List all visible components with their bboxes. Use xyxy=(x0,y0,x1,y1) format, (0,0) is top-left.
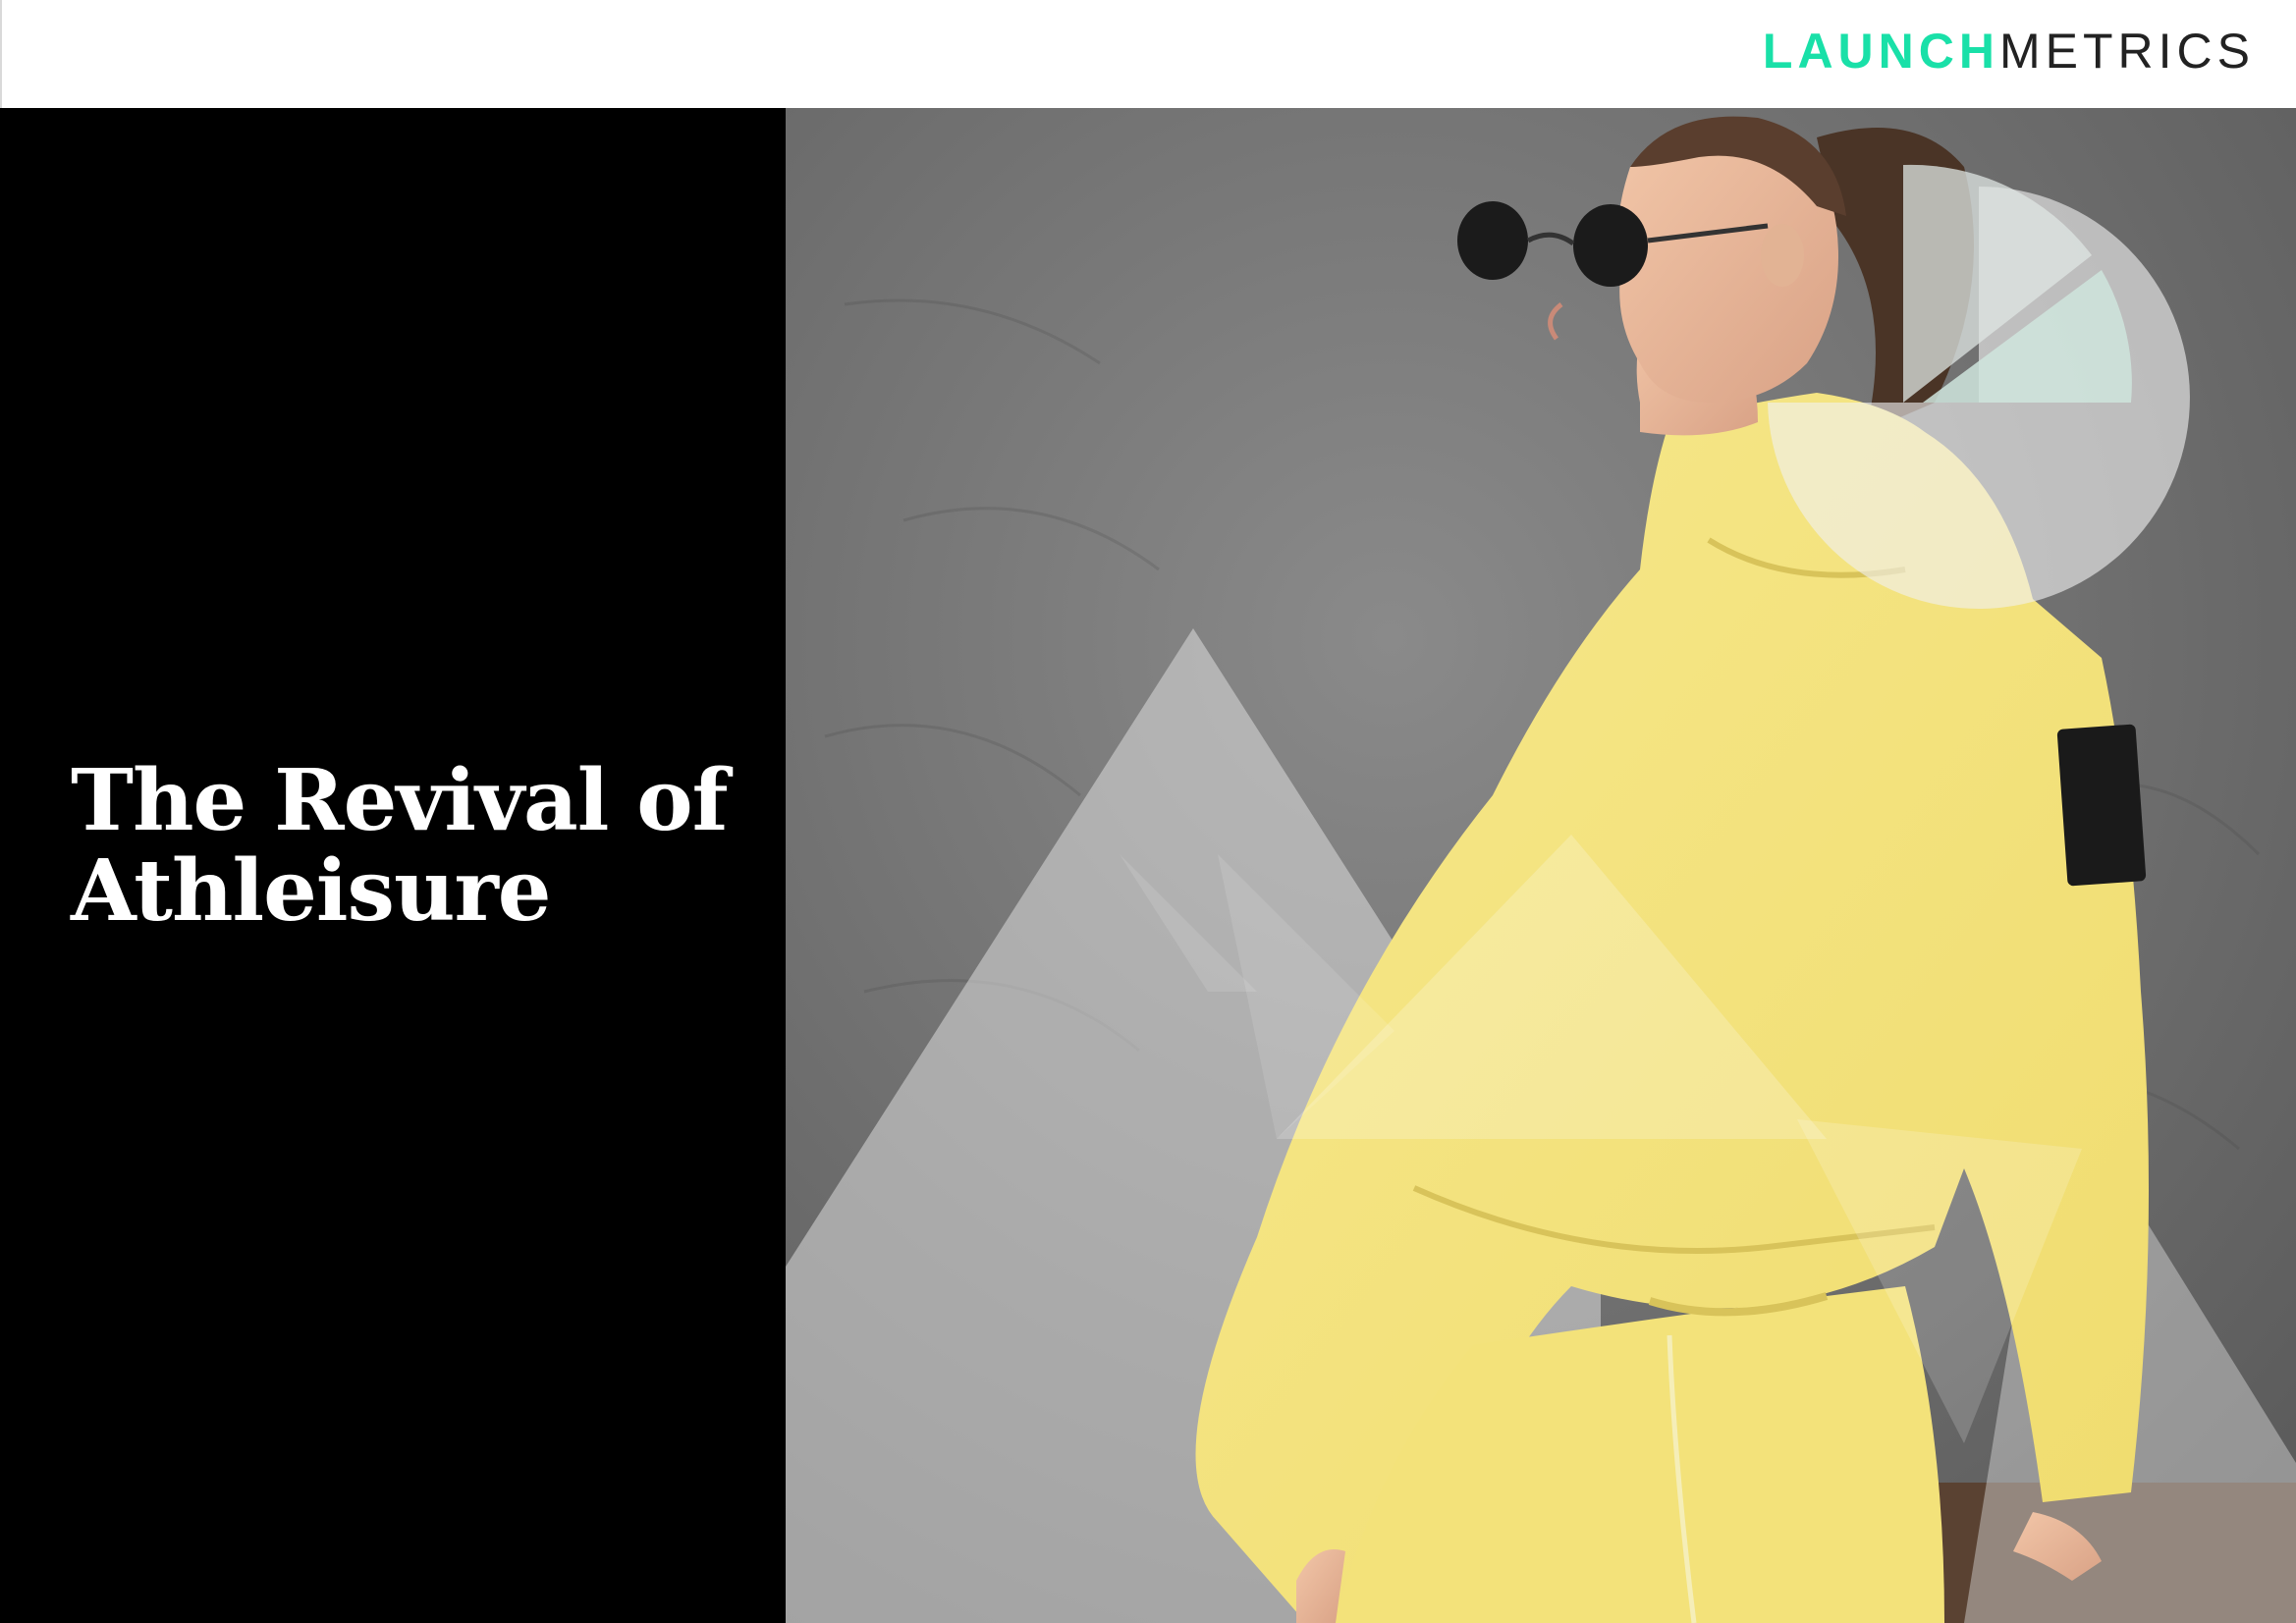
logo-metrics-text: METRICS xyxy=(1999,24,2255,79)
fashion-model-photo xyxy=(786,108,2296,1623)
report-cover-page: LAUNCH METRICS The Revival of Athleisure xyxy=(0,0,2296,1623)
launchmetrics-logo: LAUNCH METRICS xyxy=(1763,27,2255,76)
report-title: The Revival of Athleisure xyxy=(71,756,758,937)
photo-illustration xyxy=(786,108,2296,1623)
title-line-1: The Revival of xyxy=(71,751,729,850)
title-panel: The Revival of Athleisure xyxy=(0,108,786,1623)
header-bar: LAUNCH METRICS xyxy=(0,0,2296,108)
logo-launch-text: LAUNCH xyxy=(1762,24,1999,79)
black-arm-pocket xyxy=(2056,724,2147,887)
title-line-2: Athleisure xyxy=(71,841,551,941)
